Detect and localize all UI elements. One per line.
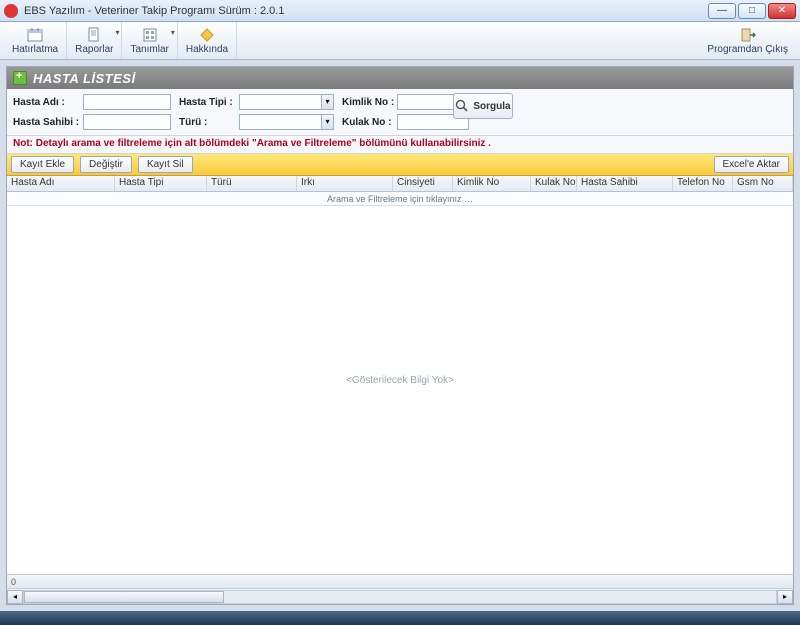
grid-body[interactable]: <Gösterilecek Bilgi Yok> (7, 206, 793, 574)
turu-label: Türü : (179, 117, 239, 128)
panel-title: HASTA LİSTESİ (33, 71, 136, 86)
col-hasta-tipi[interactable]: Hasta Tipi (115, 176, 207, 191)
definitions-button[interactable]: Tanımlar ▾ (122, 22, 177, 59)
about-icon (199, 27, 215, 43)
hasta-sahibi-input[interactable] (83, 114, 171, 130)
reminder-button[interactable]: Hatırlatma (4, 22, 67, 59)
col-kimlik-no[interactable]: Kimlik No (453, 176, 531, 191)
action-bar: Kayıt Ekle Değiştir Kayıt Sil Excel'e Ak… (7, 154, 793, 176)
add-record-button[interactable]: Kayıt Ekle (11, 156, 74, 173)
hasta-adi-input[interactable] (83, 94, 171, 110)
no-data-text: <Gösterilecek Bilgi Yok> (7, 375, 793, 386)
horizontal-scrollbar[interactable]: ◂ ▸ (7, 588, 793, 604)
col-hasta-adi[interactable]: Hasta Adı (7, 176, 115, 191)
row-count: 0 (11, 577, 16, 587)
edit-record-button[interactable]: Değiştir (80, 156, 132, 173)
maximize-button[interactable]: □ (738, 3, 766, 19)
grid-footer: 0 (7, 574, 793, 588)
chevron-down-icon: ▾ (171, 28, 175, 37)
main-toolbar: Hatırlatma Raporlar ▾ Tanımlar ▾ Hakkınd… (0, 22, 800, 60)
reports-icon (86, 27, 102, 43)
hasta-tipi-select[interactable] (239, 94, 334, 110)
app-icon (4, 4, 18, 18)
minimize-button[interactable]: — (708, 3, 736, 19)
grid-header[interactable]: Hasta Adı Hasta Tipi Türü Irkı Cinsiyeti… (7, 176, 793, 192)
chevron-down-icon[interactable]: ▾ (321, 95, 333, 109)
kulak-no-label: Kulak No : (342, 117, 397, 128)
reports-button[interactable]: Raporlar ▾ (67, 22, 122, 59)
patient-list-panel: HASTA LİSTESİ Hasta Adı : Hasta Tipi : ▾… (6, 66, 794, 605)
list-icon (13, 71, 27, 85)
col-gsm-no[interactable]: Gsm No (733, 176, 793, 191)
close-button[interactable]: ✕ (768, 3, 796, 19)
query-button[interactable]: Sorgula (453, 93, 513, 119)
turu-select[interactable] (239, 114, 334, 130)
hasta-sahibi-label: Hasta Sahibi : (13, 117, 83, 128)
search-form: Hasta Adı : Hasta Tipi : ▾ Kimlik No : S… (7, 89, 793, 136)
hasta-adi-label: Hasta Adı : (13, 97, 83, 108)
col-telefon-no[interactable]: Telefon No (673, 176, 733, 191)
taskbar (0, 611, 800, 625)
kimlik-no-label: Kimlik No : (342, 97, 397, 108)
exit-button[interactable]: Programdan Çıkış (699, 22, 796, 59)
col-hasta-sahibi[interactable]: Hasta Sahibi (577, 176, 673, 191)
search-icon (455, 99, 469, 113)
delete-record-button[interactable]: Kayıt Sil (138, 156, 193, 173)
definitions-icon (142, 27, 158, 43)
exit-icon (740, 27, 756, 43)
export-excel-button[interactable]: Excel'e Aktar (714, 156, 790, 173)
col-kulak-no[interactable]: Kulak No (531, 176, 577, 191)
col-cinsiyeti[interactable]: Cinsiyeti (393, 176, 453, 191)
app-window: EBS Yazılım - Veteriner Takip Programı S… (0, 0, 800, 625)
col-turu[interactable]: Türü (207, 176, 297, 191)
scroll-left-button[interactable]: ◂ (7, 590, 23, 604)
scroll-thumb[interactable] (24, 591, 224, 603)
window-title: EBS Yazılım - Veteriner Takip Programı S… (24, 5, 708, 17)
filter-row[interactable]: Arama ve Filtreleme için tıklayınız … (7, 192, 793, 206)
titlebar[interactable]: EBS Yazılım - Veteriner Takip Programı S… (0, 0, 800, 22)
data-grid: Hasta Adı Hasta Tipi Türü Irkı Cinsiyeti… (7, 176, 793, 604)
search-note: Not: Detaylı arama ve filtreleme için al… (7, 136, 793, 154)
scroll-track[interactable] (23, 590, 777, 604)
hasta-tipi-label: Hasta Tipi : (179, 97, 239, 108)
scroll-right-button[interactable]: ▸ (777, 590, 793, 604)
chevron-down-icon: ▾ (115, 28, 119, 37)
reminder-icon (27, 27, 43, 43)
chevron-down-icon[interactable]: ▾ (321, 115, 333, 129)
about-button[interactable]: Hakkında (178, 22, 237, 59)
content-area: HASTA LİSTESİ Hasta Adı : Hasta Tipi : ▾… (0, 60, 800, 611)
panel-header: HASTA LİSTESİ (7, 67, 793, 89)
col-irki[interactable]: Irkı (297, 176, 393, 191)
